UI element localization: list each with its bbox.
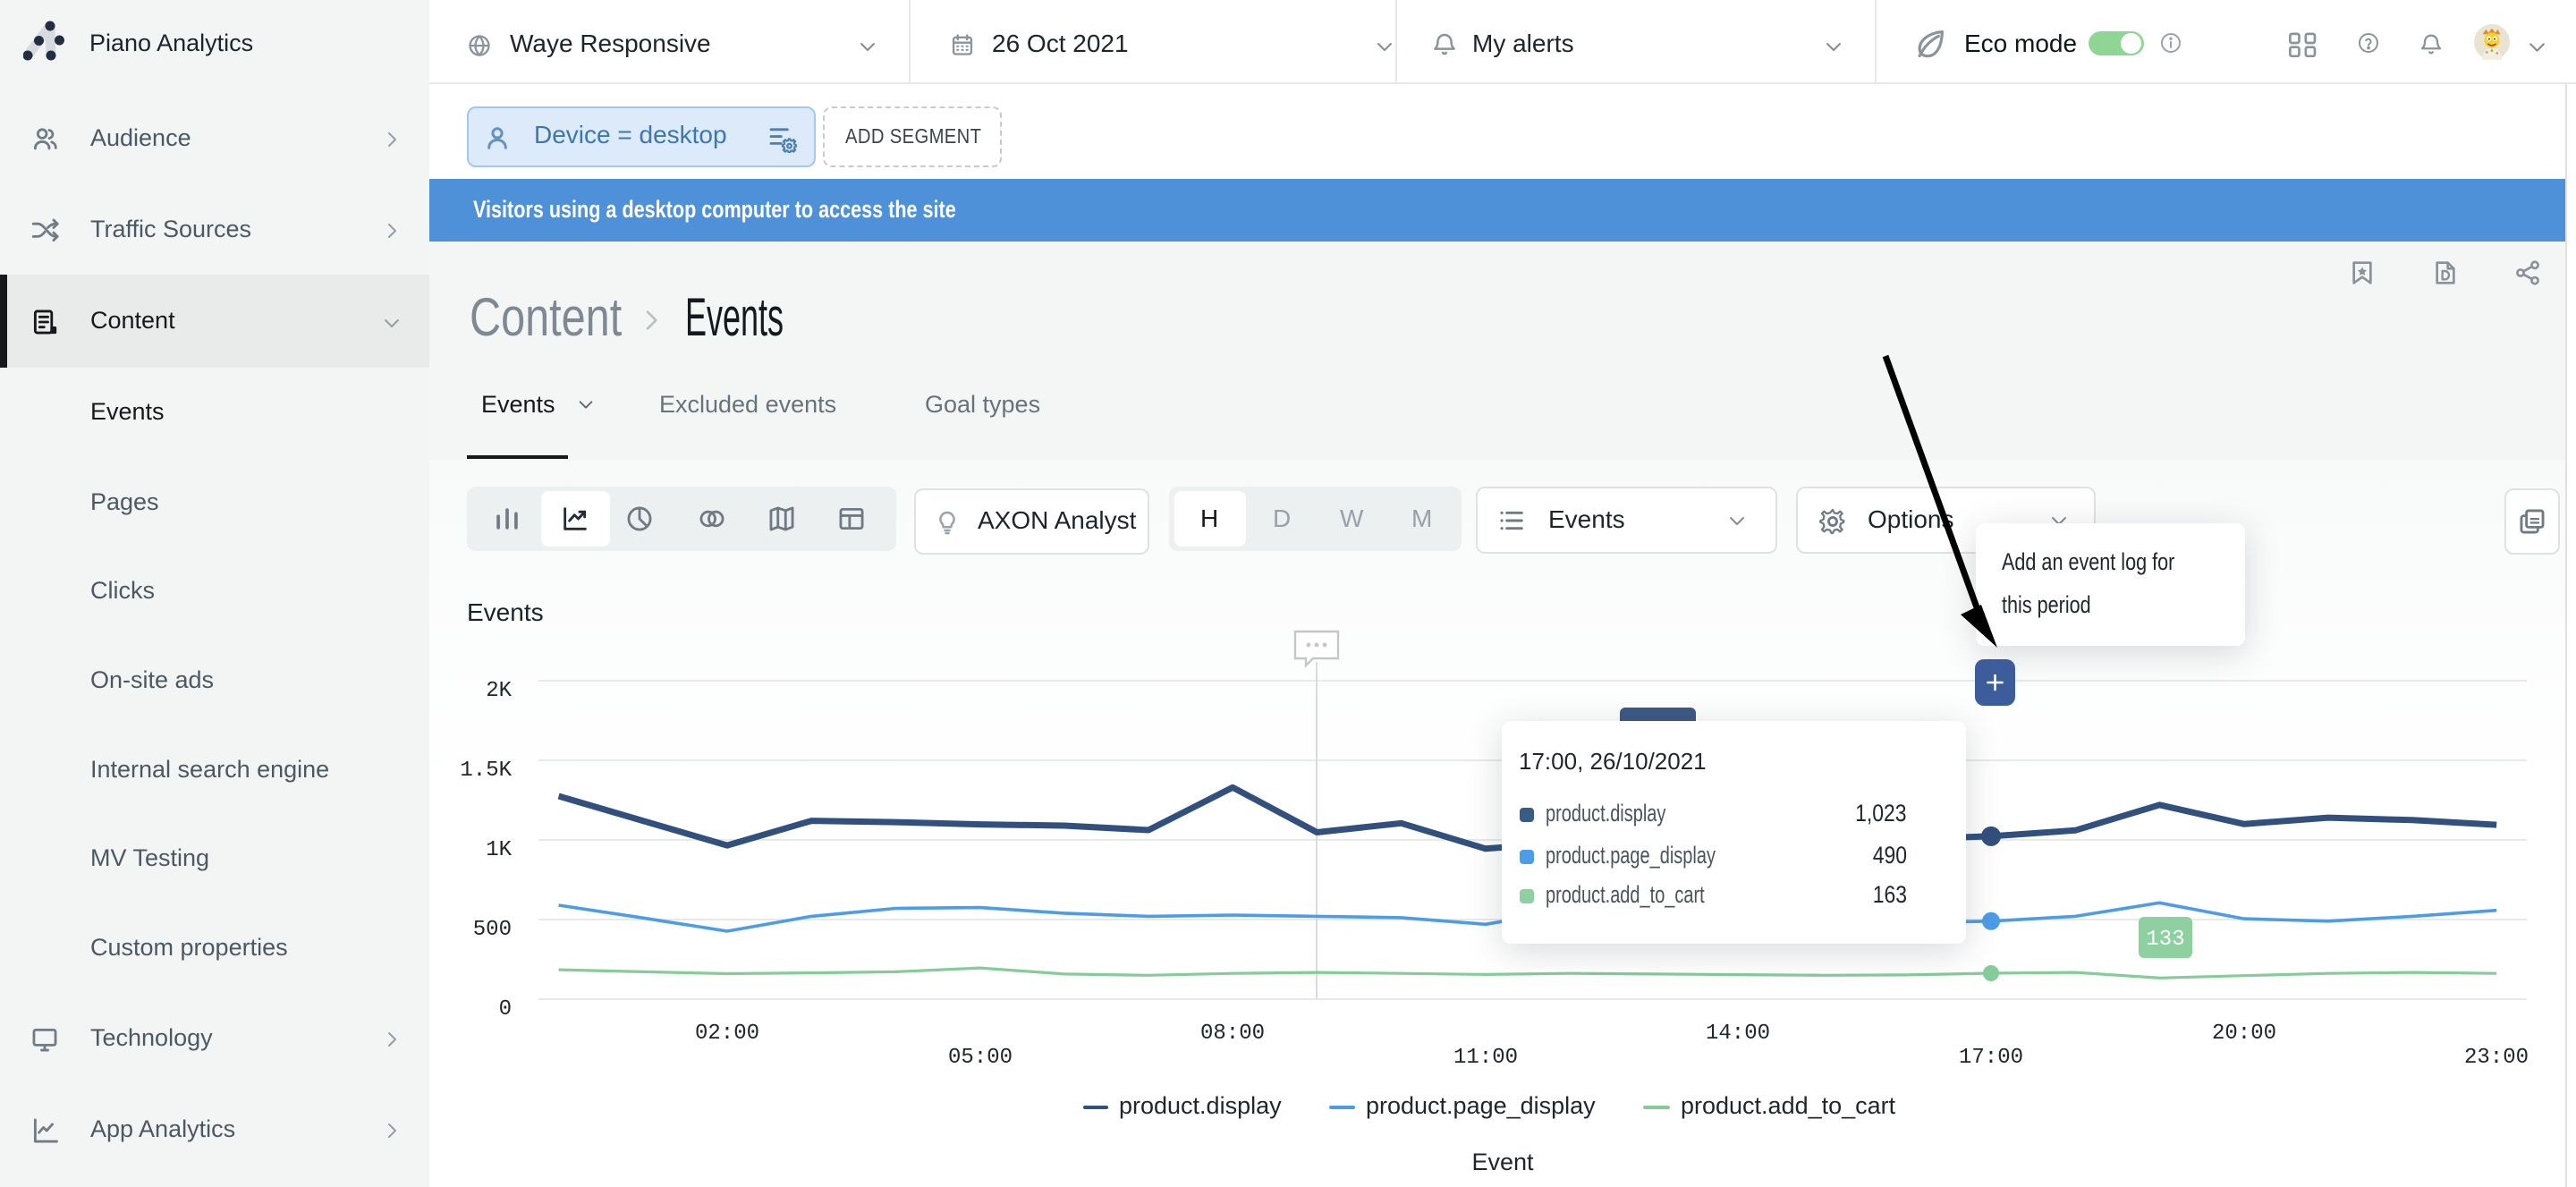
svg-text:23:00: 23:00 <box>2464 1046 2529 1070</box>
svg-text:11:00: 11:00 <box>1453 1046 1518 1070</box>
svg-text:0: 0 <box>499 997 512 1022</box>
svg-text:02:00: 02:00 <box>695 1022 759 1046</box>
svg-text:05:00: 05:00 <box>948 1046 1013 1070</box>
svg-text:1K: 1K <box>486 838 512 862</box>
svg-text:17:00: 17:00 <box>1959 1046 2023 1070</box>
svg-text:500: 500 <box>473 918 512 942</box>
svg-text:2K: 2K <box>486 679 512 703</box>
svg-text:14:00: 14:00 <box>1706 1022 1770 1046</box>
svg-text:1.5K: 1.5K <box>460 759 512 783</box>
svg-text:20:00: 20:00 <box>2212 1022 2276 1046</box>
svg-text:133: 133 <box>2146 928 2184 952</box>
svg-text:08:00: 08:00 <box>1200 1022 1265 1046</box>
